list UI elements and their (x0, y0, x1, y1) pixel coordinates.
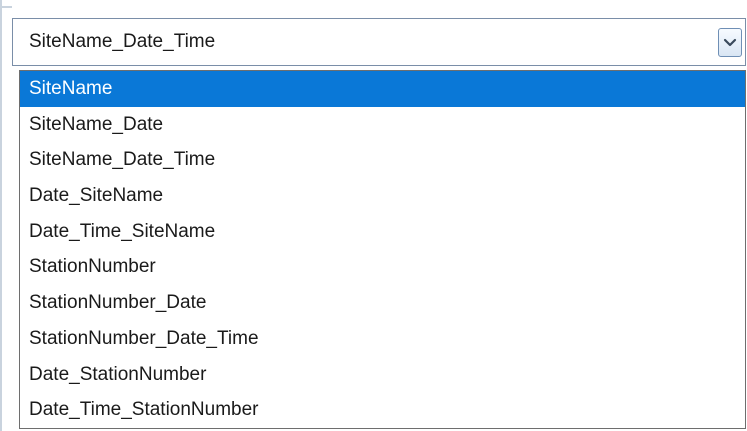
list-item[interactable]: Date_StationNumber (20, 357, 745, 393)
list-item[interactable]: Date_SiteName (20, 178, 745, 214)
list-item[interactable]: StationNumber (20, 249, 745, 285)
list-item[interactable]: StationNumber_Date (20, 285, 745, 321)
list-item[interactable]: Date_Time_StationNumber (20, 392, 745, 428)
list-item[interactable]: SiteName_Date_Time (20, 142, 745, 178)
filename-format-combobox[interactable]: SiteName_Date_Time (12, 18, 746, 66)
list-item[interactable]: SiteName_Date (20, 107, 745, 143)
dropdown-toggle-button[interactable] (718, 28, 742, 57)
list-item[interactable]: Date_Time_SiteName (20, 214, 745, 250)
app-stage: SiteName_Date_Time SiteName SiteName_Dat… (0, 0, 747, 431)
list-item-selected[interactable]: SiteName (20, 71, 745, 107)
dropdown-list[interactable]: SiteName SiteName_Date SiteName_Date_Tim… (19, 70, 746, 429)
combobox-selected-value: SiteName_Date_Time (29, 31, 216, 52)
background-frame-line (0, 6, 12, 8)
chevron-down-icon (723, 38, 737, 46)
background-frame-line (0, 0, 2, 431)
list-item[interactable]: StationNumber_Date_Time (20, 321, 745, 357)
